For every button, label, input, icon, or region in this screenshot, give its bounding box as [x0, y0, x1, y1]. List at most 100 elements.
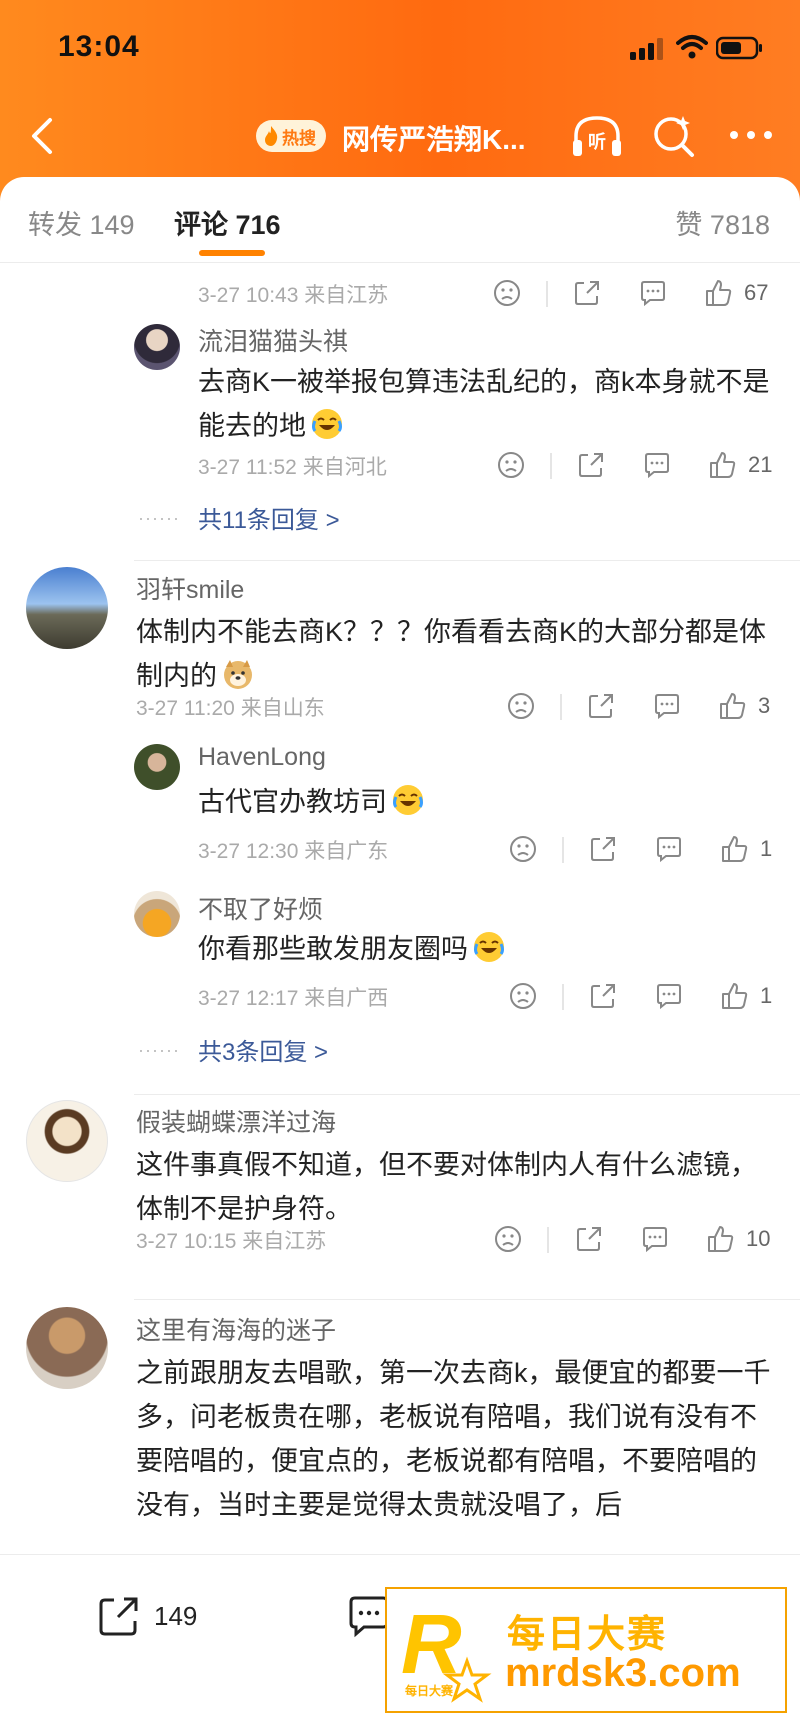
top-header: 13:04 热搜 网传严浩翔K... 听	[0, 0, 800, 200]
dislike-face-icon	[508, 693, 534, 719]
thumbs-up-icon	[720, 693, 746, 719]
avatar[interactable]	[26, 1100, 108, 1182]
comment-actions: 10	[0, 1219, 800, 1259]
dislike-face-icon	[498, 452, 524, 478]
share-icon	[579, 453, 603, 477]
reply-button[interactable]	[654, 976, 684, 1016]
username[interactable]: 不取了好烦	[198, 890, 323, 926]
comment-bubble-icon	[643, 1227, 667, 1253]
more-icon[interactable]	[728, 128, 774, 142]
dislike-button[interactable]	[508, 829, 538, 869]
username[interactable]: 假装蝴蝶漂洋过海	[136, 1103, 336, 1139]
thumbs-up-icon	[722, 983, 748, 1009]
thumbs-up-icon	[710, 452, 736, 478]
comment-text: 古代官办教坊司	[198, 780, 778, 824]
comment-text-content: 去商K一被举报包算违法乱纪的，商k本身就不是能去的地	[198, 367, 770, 441]
comment-bubble-icon	[641, 281, 665, 307]
comments-sheet: 转发 149 评论 716 赞 7818 3-27 10:43 来自江苏 67 …	[0, 177, 800, 1731]
comment-actions: 67	[0, 273, 800, 313]
avatar[interactable]	[134, 891, 180, 937]
watermark-overlay: R 每日大赛 每日大赛 mrdsk3.com	[385, 1587, 787, 1713]
avatar[interactable]	[26, 1307, 108, 1389]
comment-text-content: 古代官办教坊司	[198, 787, 387, 817]
view-replies-link[interactable]: 共3条回复 >	[198, 1032, 328, 1067]
dislike-button[interactable]	[496, 445, 526, 485]
comment-divider	[134, 1094, 800, 1095]
share-button[interactable]	[576, 445, 606, 485]
hot-search-label: 热搜	[282, 128, 316, 148]
watermark-logo-text: 每日大赛	[405, 1683, 454, 1698]
username[interactable]: 流泪猫猫头祺	[198, 322, 348, 358]
status-bar: 13:04	[0, 28, 800, 68]
action-divider	[550, 453, 552, 479]
share-button[interactable]	[588, 829, 618, 869]
username[interactable]: 羽轩smile	[136, 570, 244, 606]
dislike-face-icon	[510, 983, 536, 1009]
like-button[interactable]: 1	[720, 829, 772, 869]
username[interactable]: 这里有海海的迷子	[136, 1311, 336, 1347]
tab-like[interactable]: 赞 7818	[675, 203, 770, 242]
comment-text: 去商K一被举报包算违法乱纪的，商k本身就不是能去的地	[198, 360, 778, 448]
like-button[interactable]: 21	[708, 445, 772, 485]
laugh-cry-emoji-icon	[312, 409, 342, 439]
avatar[interactable]	[134, 744, 180, 790]
wifi-icon	[676, 35, 708, 59]
thumbs-up-icon	[706, 280, 732, 306]
like-count: 21	[748, 452, 773, 477]
comment-divider	[134, 560, 800, 561]
share-button[interactable]	[572, 273, 602, 313]
bottom-repost-button[interactable]: 149	[96, 1593, 197, 1639]
comment-actions: 1	[0, 829, 800, 869]
comment-text: 这件事真假不知道，但不要对体制内人有什么滤镜，体制不是护身符。	[136, 1150, 757, 1224]
dislike-button[interactable]	[492, 273, 522, 313]
reply-button[interactable]	[652, 686, 682, 726]
dislike-button[interactable]	[493, 1219, 523, 1259]
headphones-listen-icon[interactable]: 听	[570, 112, 624, 160]
comment-text-content: 你看那些敢发朋友圈吗	[198, 934, 468, 964]
tab-comment[interactable]: 评论 716	[174, 203, 281, 242]
listen-label: 听	[588, 131, 606, 153]
view-replies-link[interactable]: 共11条回复 >	[198, 500, 340, 535]
reply-button[interactable]	[654, 829, 684, 869]
comment-actions: 3	[0, 686, 800, 726]
share-button[interactable]	[574, 1219, 604, 1259]
thumbs-up-icon	[708, 1226, 734, 1252]
share-icon	[577, 1227, 601, 1251]
like-button[interactable]: 3	[718, 686, 770, 726]
action-divider	[562, 984, 564, 1010]
laugh-cry-emoji-icon	[474, 932, 504, 962]
action-divider	[546, 281, 548, 307]
reply-button[interactable]	[638, 273, 668, 313]
dislike-face-icon	[494, 280, 520, 306]
back-icon[interactable]	[22, 114, 66, 158]
action-divider	[547, 1227, 549, 1253]
watermark-url: mrdsk3.com	[505, 1651, 741, 1695]
comment-list[interactable]: 3-27 10:43 来自江苏 67 流泪猫猫头祺 去商K一被举报包算违法乱纪的…	[0, 264, 800, 1554]
laugh-cry-emoji-icon	[393, 785, 423, 815]
tab-repost[interactable]: 转发 149	[28, 203, 135, 242]
username[interactable]: HavenLong	[198, 743, 326, 772]
dislike-button[interactable]	[508, 976, 538, 1016]
like-button[interactable]: 10	[706, 1219, 770, 1259]
reply-button[interactable]	[642, 445, 672, 485]
repost-share-icon	[99, 1597, 138, 1636]
share-icon	[591, 837, 615, 861]
search-icon[interactable]	[650, 112, 698, 160]
share-button[interactable]	[586, 686, 616, 726]
avatar[interactable]	[134, 324, 180, 370]
action-divider	[562, 837, 564, 863]
hot-search-badge[interactable]: 热搜	[256, 120, 326, 152]
comment-divider	[134, 1299, 800, 1300]
avatar[interactable]	[26, 567, 108, 649]
reply-button[interactable]	[640, 1219, 670, 1259]
bottom-repost-count: 149	[154, 1600, 198, 1631]
dislike-face-icon	[495, 1226, 521, 1252]
battery-icon	[716, 36, 762, 60]
like-count: 1	[760, 836, 773, 861]
share-button[interactable]	[588, 976, 618, 1016]
like-button[interactable]: 1	[720, 976, 772, 1016]
nav-bar: 热搜 网传严浩翔K... 听	[0, 108, 800, 164]
comment-text: 之前跟朋友去唱歌，第一次去商k，最便宜的都要一千多，问老板贵在哪，老板说有陪唱，…	[136, 1358, 771, 1520]
dislike-button[interactable]	[506, 686, 536, 726]
like-button[interactable]: 67	[704, 273, 768, 313]
